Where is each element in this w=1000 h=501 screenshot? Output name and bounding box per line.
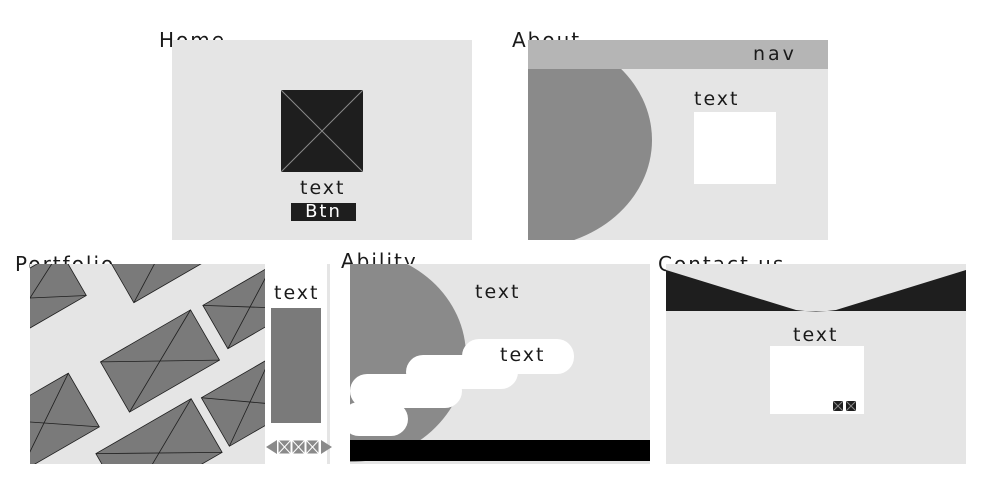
portfolio-text: text — [274, 282, 320, 304]
portfolio-divider — [327, 264, 330, 464]
contact-image-icon[interactable] — [833, 401, 843, 411]
carousel-thumb-icon[interactable] — [305, 439, 320, 455]
about-nav-label: nav — [753, 43, 797, 65]
portfolio-thumbnail-icon[interactable] — [30, 372, 100, 464]
portfolio-gallery — [30, 264, 265, 464]
about-nav-bar[interactable]: nav — [528, 40, 828, 69]
portfolio-image-grid — [30, 264, 265, 464]
portfolio-carousel — [264, 437, 334, 457]
carousel-thumb-icon[interactable] — [291, 439, 306, 455]
about-panel: nav text — [528, 40, 828, 240]
portfolio-preview-block — [271, 308, 321, 423]
ability-text: text — [475, 281, 521, 303]
portfolio-thumbnail-icon[interactable] — [95, 398, 223, 464]
contact-form-box — [770, 346, 864, 414]
ability-panel: text text — [350, 264, 650, 464]
carousel-prev-arrow-icon[interactable] — [266, 440, 277, 454]
portfolio-thumbnail-icon[interactable] — [99, 309, 221, 413]
about-text-box — [694, 112, 776, 184]
home-button[interactable]: Btn — [291, 203, 356, 221]
about-hero-shape — [528, 40, 652, 240]
about-text: text — [694, 88, 740, 110]
contact-text: text — [793, 324, 839, 346]
ability-footer-bar — [350, 440, 650, 461]
contact-header-band — [666, 270, 966, 312]
home-text: text — [300, 177, 346, 199]
contact-image-icon[interactable] — [846, 401, 856, 411]
carousel-thumb-icon[interactable] — [277, 439, 292, 455]
home-panel: text Btn — [172, 40, 472, 240]
contact-panel: text — [666, 264, 966, 464]
portfolio-thumbnail-icon[interactable] — [202, 264, 265, 350]
home-button-label: Btn — [305, 201, 342, 222]
portfolio-thumbnail-icon[interactable] — [30, 264, 87, 347]
ability-bubble-text: text — [500, 344, 546, 366]
home-image-placeholder-icon — [281, 90, 363, 172]
carousel-next-arrow-icon[interactable] — [321, 440, 332, 454]
portfolio-thumbnail-icon[interactable] — [108, 264, 204, 304]
ability-text-bubble: text — [462, 339, 574, 374]
